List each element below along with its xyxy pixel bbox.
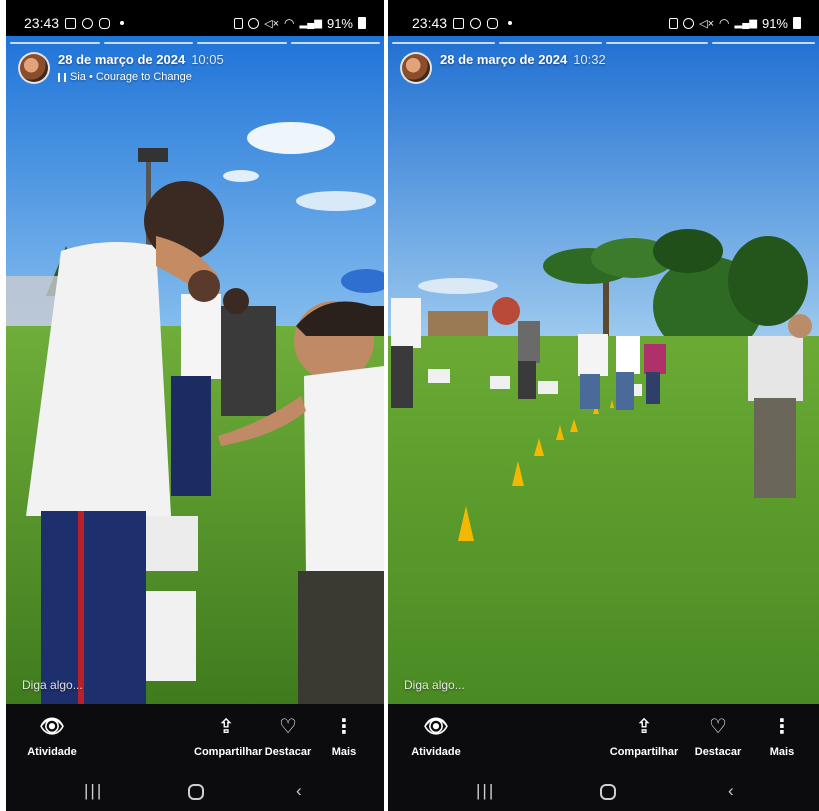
back-icon[interactable]: ‹ <box>296 781 302 801</box>
progress-segment <box>712 42 815 44</box>
story-time: 10:32 <box>573 52 606 67</box>
progress-segment <box>103 42 193 44</box>
heart-circle-icon: ♡ <box>279 716 297 738</box>
activity-label: Atividade <box>27 746 77 758</box>
battery-level: 91% <box>326 15 353 31</box>
story-date: 28 de março de 2024 <box>440 52 568 67</box>
status-bar: 23:43 ◁× ◠ ▂▄▆ 91% <box>388 10 819 36</box>
share-button[interactable]: ⇪ Compartilhar <box>194 714 262 758</box>
alarm-icon <box>248 17 260 29</box>
alarm-icon <box>683 17 695 29</box>
mute-icon: ◁× <box>699 17 715 30</box>
story-header: 28 de março de 2024 10:05 Sia • Courage t… <box>18 52 372 84</box>
eye-icon: 👁 <box>39 716 65 738</box>
story-photo <box>6 36 384 704</box>
music-icon <box>58 72 66 82</box>
avatar[interactable] <box>400 52 432 84</box>
story-time: 10:05 <box>191 52 224 67</box>
reply-input[interactable]: Diga algo... <box>404 678 465 692</box>
share-label: Compartilhar <box>609 746 679 758</box>
status-time: 23:43 <box>412 15 448 31</box>
progress-segment <box>498 42 602 44</box>
story-actions-bar: 👁 Atividade ⇪ Compartilhar ♡ Destacar ⋮ … <box>388 704 819 772</box>
signal-icon: ▂▄▆ <box>734 17 757 29</box>
recent-apps-icon[interactable]: ||| <box>476 781 495 801</box>
eye-icon: 👁 <box>423 716 449 738</box>
highlight-button[interactable]: ♡ Destacar <box>264 714 312 758</box>
progress-segment <box>197 42 287 44</box>
more-vertical-icon: ⋮ <box>772 716 792 738</box>
signal-icon: ▂▄▆ <box>299 17 322 29</box>
activity-button[interactable]: 👁 Atividade <box>22 714 82 758</box>
progress-segment <box>290 42 380 44</box>
share-icon: ⇪ <box>635 716 653 738</box>
share-label: Compartilhar <box>194 746 263 758</box>
more-button[interactable]: ⋮ Mais <box>324 714 364 758</box>
recent-apps-icon[interactable]: ||| <box>84 781 103 801</box>
progress-segment <box>605 42 709 44</box>
home-icon[interactable] <box>188 784 204 800</box>
system-nav-bar: ||| ‹ <box>6 772 384 811</box>
more-label: Mais <box>769 746 795 758</box>
system-nav-bar: ||| ‹ <box>388 772 819 811</box>
story-viewer[interactable]: 28 de março de 2024 10:05 Sia • Courage t… <box>6 36 384 704</box>
reply-input[interactable]: Diga algo... <box>22 678 83 692</box>
more-button[interactable]: ⋮ Mais <box>762 714 802 758</box>
more-label: Mais <box>331 746 357 758</box>
battery-level: 91% <box>761 15 788 31</box>
music-label[interactable]: Sia • Courage to Change <box>58 71 224 83</box>
progress-segment <box>10 42 100 44</box>
music-title: Sia • Courage to Change <box>70 71 192 83</box>
home-icon[interactable] <box>600 784 616 800</box>
notification-app-icon <box>487 17 499 29</box>
story-date: 28 de março de 2024 <box>58 52 186 67</box>
wifi-icon: ◠ <box>719 16 730 30</box>
activity-label: Atividade <box>411 746 461 758</box>
highlight-label: Destacar <box>694 746 742 758</box>
battery-icon <box>358 17 366 29</box>
more-notifications-icon <box>120 21 125 25</box>
notification-app-icon <box>99 17 111 29</box>
mute-icon: ◁× <box>264 17 280 30</box>
instagram-icon <box>82 17 94 29</box>
status-bar: 23:43 ◁× ◠ ▂▄▆ 91% <box>6 10 384 36</box>
more-notifications-icon <box>508 21 513 25</box>
story-viewer[interactable]: 28 de março de 2024 10:32 Diga algo... <box>388 36 819 704</box>
highlight-label: Destacar <box>264 746 312 758</box>
heart-circle-icon: ♡ <box>709 716 727 738</box>
story-progress <box>392 42 815 44</box>
highlight-button[interactable]: ♡ Destacar <box>690 714 746 758</box>
story-photo <box>388 36 819 704</box>
instagram-icon <box>470 17 482 29</box>
gallery-icon <box>453 17 465 29</box>
story-header: 28 de março de 2024 10:32 <box>400 52 807 84</box>
lock-icon <box>669 17 679 29</box>
share-icon: ⇪ <box>217 716 235 738</box>
activity-button[interactable]: 👁 Atividade <box>406 714 466 758</box>
wifi-icon: ◠ <box>284 16 295 30</box>
story-screen-left: 23:43 ◁× ◠ ▂▄▆ 91% 28 de março de 2024 1… <box>6 0 384 811</box>
gallery-icon <box>65 17 77 29</box>
status-time: 23:43 <box>24 15 60 31</box>
story-actions-bar: 👁 Atividade ⇪ Compartilhar ♡ Destacar ⋮ … <box>6 704 384 772</box>
progress-segment <box>392 42 495 44</box>
lock-icon <box>234 17 244 29</box>
battery-icon <box>793 17 801 29</box>
back-icon[interactable]: ‹ <box>728 781 734 801</box>
story-progress <box>10 42 380 44</box>
more-vertical-icon: ⋮ <box>334 716 354 738</box>
share-button[interactable]: ⇪ Compartilhar <box>606 714 682 758</box>
avatar[interactable] <box>18 52 50 84</box>
story-screen-right: 23:43 ◁× ◠ ▂▄▆ 91% 28 de março de 2024 1… <box>388 0 819 811</box>
